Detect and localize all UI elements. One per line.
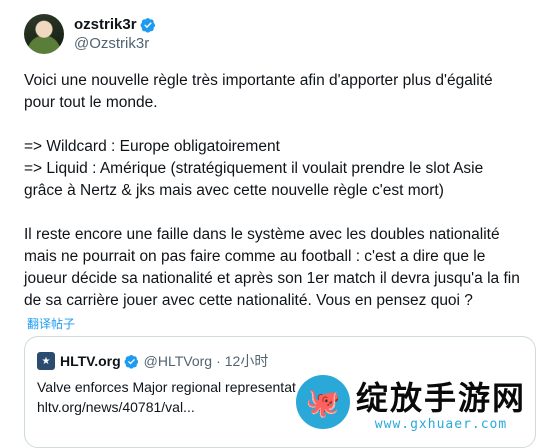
octopus-logo-icon: 🐙 <box>296 375 350 429</box>
tweet-body: Voici une nouvelle règle très importante… <box>24 70 524 312</box>
quoted-tweet-header: ★ HLTV.org @HLTVorg · 12小时 <box>37 351 268 371</box>
quoted-tweet-text: Valve enforces Major regional representa… <box>37 377 296 417</box>
name-row: ozstrik3r <box>74 15 156 34</box>
author-info: ozstrik3r @Ozstrik3r <box>74 15 156 53</box>
author-display-name[interactable]: ozstrik3r <box>74 15 137 34</box>
verified-badge-icon <box>124 354 138 369</box>
watermark-url: www.gxhuaer.com <box>374 416 508 432</box>
site-watermark: 🐙 绽放手游网 www.gxhuaer.com <box>296 372 544 432</box>
avatar[interactable] <box>24 14 64 54</box>
translate-post-link[interactable]: 翻译帖子 <box>27 315 75 332</box>
watermark-text: 绽放手游网 www.gxhuaer.com <box>356 373 526 432</box>
tweet-header: ozstrik3r @Ozstrik3r <box>24 12 156 56</box>
tweet-paragraph: Il reste encore une faille dans le systè… <box>24 226 520 309</box>
quoted-author-name[interactable]: HLTV.org <box>60 353 121 369</box>
author-handle[interactable]: @Ozstrik3r <box>74 34 156 53</box>
quoted-timestamp[interactable]: 12小时 <box>225 351 269 371</box>
separator-dot: · <box>216 353 221 369</box>
quoted-text-line: Valve enforces Major regional representa… <box>37 379 296 395</box>
verified-badge-icon <box>140 17 155 33</box>
hltv-logo-icon: ★ <box>37 352 55 370</box>
tweet-paragraph: Voici une nouvelle règle très importante… <box>24 72 493 111</box>
quoted-author-handle[interactable]: @HLTVorg <box>144 353 212 369</box>
tweet-paragraph: => Wildcard : Europe obligatoirement => … <box>24 138 484 199</box>
watermark-title: 绽放手游网 <box>356 378 527 417</box>
quoted-link[interactable]: hltv.org/news/40781/val... <box>37 397 296 417</box>
